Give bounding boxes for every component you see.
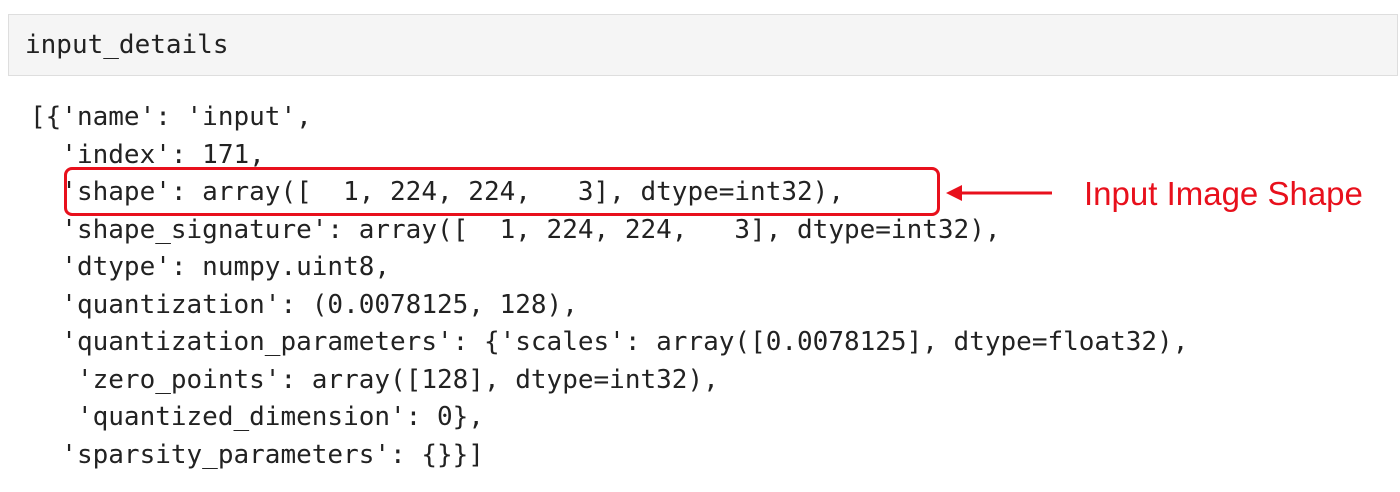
output-line-name: [{'name': 'input', [30,102,312,132]
annotation-arrow-icon [946,185,1052,201]
input-cell[interactable]: input_details [8,14,1398,76]
output-line-zero-points: 'zero_points': array([128], dtype=int32)… [30,364,719,395]
output-line-quantized-dimension: 'quantized_dimension': 0}, [30,402,484,432]
shape-highlight-box [64,167,940,216]
input-code[interactable]: input_details [25,28,229,62]
output-area: [{'name': 'input', 'index': 171, 'shape'… [30,99,1188,474]
output-line-quantization-parameters: 'quantization_parameters': {'scales': ar… [30,327,1189,357]
output-line-quantization: 'quantization': (0.0078125, 128), [30,289,578,320]
output-line-dtype: 'dtype': numpy.uint8, [30,252,391,282]
annotation-label: Input Image Shape [1084,175,1363,212]
output-line-shape-signature: 'shape_signature': array([ 1, 224, 224, … [30,214,1001,245]
output-line-sparsity-parameters: 'sparsity_parameters': {}}] [30,439,484,470]
